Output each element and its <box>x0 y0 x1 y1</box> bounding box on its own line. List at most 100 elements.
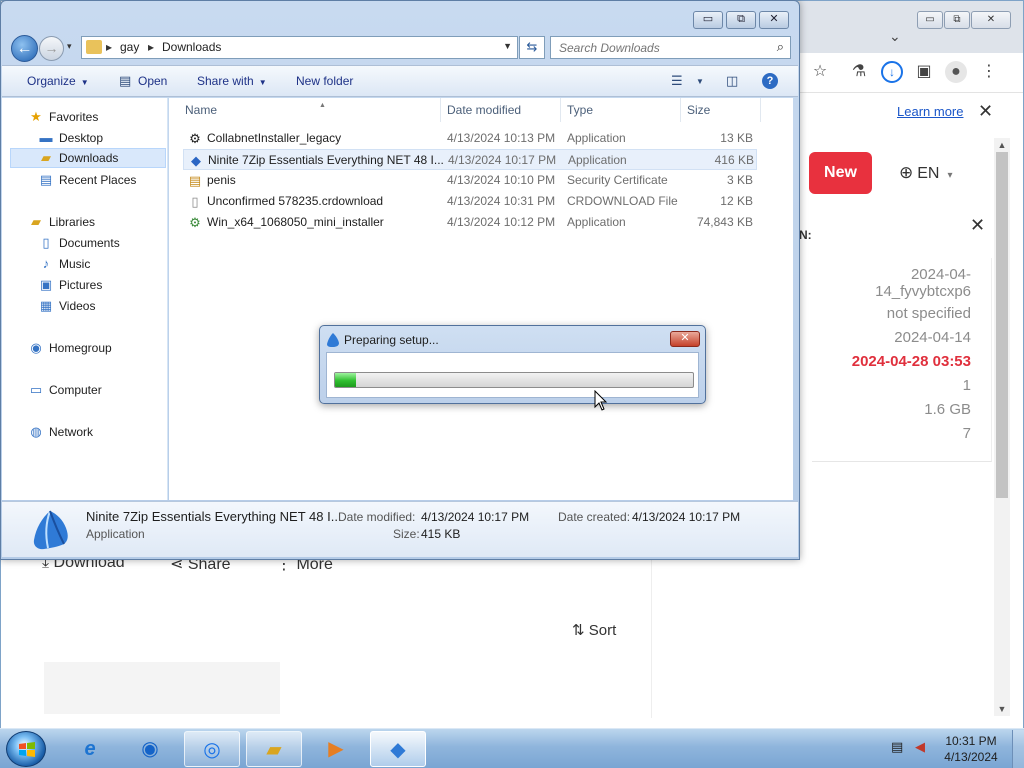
panel-value: 7 <box>962 425 971 442</box>
file-row[interactable]: ⚙ CollabnetInstaller_legacy 4/13/2024 10… <box>183 128 757 149</box>
installer-icon: ⚙ <box>189 215 201 230</box>
nav-recent-places[interactable]: ▤ Recent Places <box>38 172 137 188</box>
chrome-scrollbar[interactable]: ▲ ▼ <box>994 138 1010 716</box>
help-icon[interactable]: ? <box>762 73 778 89</box>
nav-computer[interactable]: ▭ Computer <box>28 382 102 398</box>
nav-desktop[interactable]: ▬ Desktop <box>38 130 104 145</box>
new-button[interactable]: New <box>809 152 872 194</box>
media-player-icon[interactable]: ▶ <box>308 731 364 767</box>
file-explorer-icon[interactable]: ▰ <box>246 731 302 767</box>
back-button[interactable]: ← <box>11 35 38 62</box>
chevron-down-icon[interactable]: ▼ <box>696 77 704 86</box>
file-row-selected[interactable]: ◆ Ninite 7Zip Essentials Everything NET … <box>183 149 757 170</box>
nav-videos[interactable]: ▦ Videos <box>38 298 96 314</box>
nav-label: Recent Places <box>59 173 137 187</box>
nav-documents[interactable]: ▯ Documents <box>38 235 119 251</box>
internet-explorer-icon[interactable]: e <box>62 731 118 767</box>
panel-value: 1.6 GB <box>924 401 971 418</box>
volume-muted-icon[interactable]: ◀ <box>915 739 925 755</box>
system-clock[interactable]: 10:31 PM 4/13/2024 <box>936 733 1006 765</box>
nav-network[interactable]: ◍ Network <box>28 424 93 440</box>
firefox-icon[interactable]: ◉ <box>122 731 178 767</box>
organize-menu[interactable]: Organize ▼ <box>27 74 89 88</box>
chrome-icon[interactable]: ◎ <box>184 731 240 767</box>
details-pane: Ninite 7Zip Essentials Everything NET 48… <box>2 501 798 557</box>
sort-label: Sort <box>588 622 617 639</box>
breadcrumb-separator: ▸ <box>148 40 155 54</box>
address-bar[interactable]: ▸ gay ▸ Downloads ▼ <box>81 36 518 59</box>
details-file-name: Ninite 7Zip Essentials Everything NET 48… <box>86 509 342 524</box>
chrome-menu-icon[interactable]: ⋮ <box>978 61 1000 83</box>
address-dropdown-icon[interactable]: ▼ <box>503 41 512 51</box>
breadcrumb-downloads[interactable]: Downloads <box>162 40 221 54</box>
nav-homegroup[interactable]: ◉ Homegroup <box>28 340 111 356</box>
placeholder-card <box>44 662 280 714</box>
bookmark-star-icon[interactable]: ☆ <box>809 61 831 83</box>
refresh-button[interactable]: ⇆ <box>519 36 545 59</box>
explorer-restore-button[interactable]: ⧉ <box>726 11 756 29</box>
nav-downloads[interactable]: ▰ Downloads <box>10 148 166 168</box>
new-folder-button[interactable]: New folder <box>296 74 353 88</box>
nav-favorites[interactable]: ★ Favorites <box>28 109 98 125</box>
file-size: 74,843 KB <box>696 215 753 229</box>
side-panel-icon[interactable]: ▣ <box>913 61 935 83</box>
chrome-close-button[interactable]: ✕ <box>971 11 1011 29</box>
file-name: penis <box>207 173 236 187</box>
dialog-close-button[interactable]: ✕ <box>670 331 700 347</box>
file-info-panel: 2024-04- 14_fyvybtcxp6 not specified 202… <box>812 258 992 462</box>
view-options-icon[interactable]: ☰ <box>671 73 683 89</box>
details-file-type: Application <box>86 527 145 541</box>
recent-places-icon: ▤ <box>39 172 53 187</box>
search-input[interactable] <box>557 38 767 58</box>
infobar-close-icon[interactable]: ✕ <box>978 101 993 122</box>
explorer-close-button[interactable]: ✕ <box>759 11 789 29</box>
scroll-up-arrow[interactable]: ▲ <box>994 140 1010 150</box>
share-with-menu[interactable]: Share with ▼ <box>197 74 267 88</box>
sort-button[interactable]: ⇅ Sort <box>572 621 616 639</box>
certificate-icon: ▤ <box>188 173 202 188</box>
command-bar: Organize ▼ ▤ Open Share with ▼ New folder … <box>2 65 798 97</box>
nav-pictures[interactable]: ▣ Pictures <box>38 277 103 293</box>
ninite-icon[interactable]: ◆ <box>370 731 426 767</box>
share-with-label: Share with <box>197 74 254 88</box>
nav-music[interactable]: ♪ Music <box>38 256 91 271</box>
learn-more-link[interactable]: Learn more <box>897 104 963 119</box>
file-size: 12 KB <box>720 194 753 208</box>
scrollbar-thumb[interactable] <box>996 152 1008 498</box>
preview-pane-icon[interactable]: ◫ <box>726 73 738 89</box>
recent-pages-dropdown[interactable]: ▾ <box>67 41 72 52</box>
file-size: 3 KB <box>726 173 753 187</box>
nav-label: Downloads <box>59 151 119 165</box>
open-button[interactable]: Open <box>138 74 167 88</box>
file-date: 4/13/2024 10:31 PM <box>447 194 556 208</box>
breadcrumb-gay[interactable]: gay <box>120 40 139 54</box>
chrome-restore-button[interactable]: ⧉ <box>944 11 970 29</box>
file-row[interactable]: ▯ Unconfirmed 578235.crdownload 4/13/202… <box>183 191 757 212</box>
nav-label: Videos <box>59 299 96 313</box>
nav-libraries[interactable]: ▰ Libraries <box>28 214 95 230</box>
file-size: 13 KB <box>720 131 753 145</box>
search-box[interactable]: ⌕ <box>550 36 791 59</box>
file-row[interactable]: ▤ penis 4/13/2024 10:10 PM Security Cert… <box>183 170 757 191</box>
column-header-name[interactable]: Name ▲ <box>179 98 441 122</box>
start-button[interactable] <box>6 731 46 767</box>
file-row[interactable]: ⚙ Win_x64_1068050_mini_installer 4/13/20… <box>183 212 757 233</box>
navigation-pane: ★ Favorites ▬ Desktop ▰ Downloads ▤ Recent P… <box>2 98 168 500</box>
downloads-icon[interactable]: ↓ <box>881 61 903 83</box>
panel-close-icon[interactable]: ✕ <box>970 215 985 236</box>
extensions-flask-icon[interactable]: ⚗ <box>848 61 870 83</box>
explorer-minimize-button[interactable]: ▭ <box>693 11 723 29</box>
column-header-size[interactable]: Size <box>681 98 761 122</box>
profile-avatar-icon[interactable]: ● <box>945 61 967 83</box>
language-selector[interactable]: ⊕ EN ▾ <box>899 163 953 183</box>
scroll-down-arrow[interactable]: ▼ <box>994 704 1010 714</box>
tab-search-icon[interactable]: ⌄ <box>889 28 901 45</box>
network-tray-icon[interactable]: ▤ <box>891 739 903 755</box>
show-desktop-button[interactable] <box>1012 730 1024 768</box>
chrome-minimize-button[interactable]: ▭ <box>917 11 943 29</box>
sort-ascending-icon: ▲ <box>319 102 326 109</box>
column-header-type[interactable]: Type <box>561 98 681 122</box>
search-icon[interactable]: ⌕ <box>777 39 784 55</box>
forward-button[interactable]: → <box>39 36 64 61</box>
column-header-date-modified[interactable]: Date modified <box>441 98 561 122</box>
